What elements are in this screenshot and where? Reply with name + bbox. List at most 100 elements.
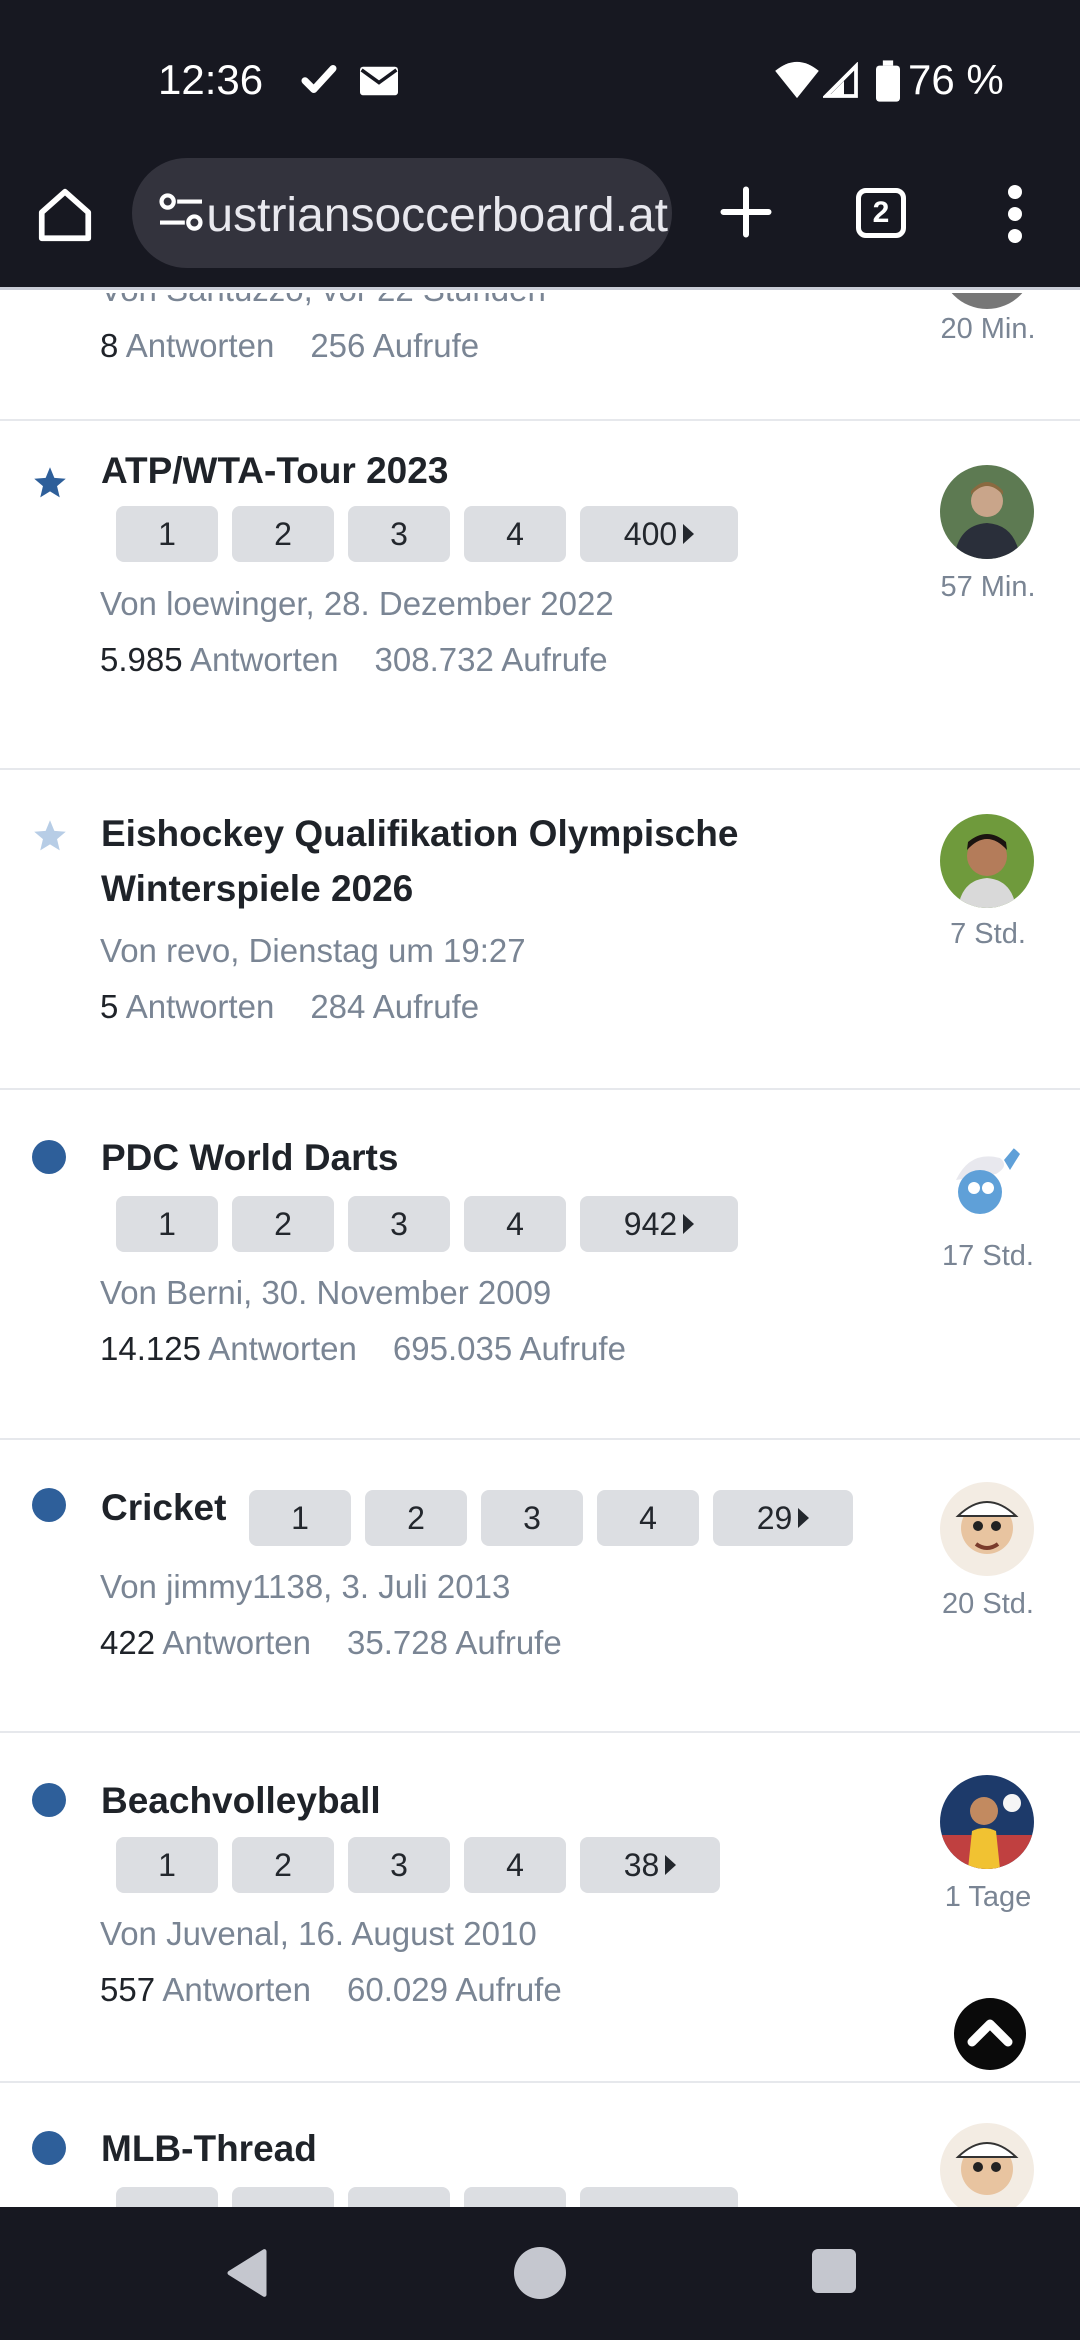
thread-row[interactable]: Eishockey Qualifikation Olympische Winte… bbox=[0, 770, 1080, 1090]
thread-row[interactable]: Cricket 1 2 3 4 29 Von jimmy1138, 3. Jul… bbox=[0, 1440, 1080, 1733]
page-button[interactable]: 2 bbox=[232, 1837, 334, 1893]
page-button[interactable]: 2 bbox=[365, 1490, 467, 1546]
thread-stats: 8 Antworten 256 Aufrufe bbox=[100, 327, 480, 364]
thread-row[interactable]: Beachvolleyball 1 2 3 4 38 Von Juvenal, … bbox=[0, 1733, 1080, 2083]
page-button[interactable]: 1 bbox=[116, 506, 218, 562]
site-settings-icon[interactable] bbox=[158, 192, 204, 234]
star-icon[interactable] bbox=[32, 818, 68, 854]
unread-dot-icon bbox=[32, 2131, 66, 2165]
thread-stats: 557 Antworten 60.029 Aufrufe bbox=[100, 1971, 562, 2008]
signal-icon bbox=[823, 62, 858, 98]
page-button[interactable]: 4 bbox=[464, 1196, 566, 1252]
chevron-up-icon bbox=[967, 2019, 1013, 2047]
avatar[interactable] bbox=[940, 1482, 1034, 1576]
page-links bbox=[116, 2187, 738, 2207]
page-button[interactable]: 4 bbox=[464, 1837, 566, 1893]
unread-dot-icon bbox=[32, 1488, 66, 1522]
battery-icon bbox=[876, 60, 900, 102]
avatar[interactable] bbox=[940, 465, 1034, 559]
caret-right-icon bbox=[665, 1855, 677, 1875]
last-post-time[interactable]: 57 Min. bbox=[900, 571, 1076, 604]
system-navigation-bar bbox=[0, 2207, 1080, 2340]
home-nav-icon[interactable] bbox=[514, 2247, 566, 2299]
last-page-button[interactable]: 400 bbox=[580, 506, 738, 562]
address-bar[interactable]: austriansoccerboard.at bbox=[132, 158, 672, 268]
avatar[interactable] bbox=[940, 1140, 1034, 1234]
page-button[interactable]: 4 bbox=[464, 506, 566, 562]
last-page-button[interactable]: 942 bbox=[580, 1196, 738, 1252]
new-tab-icon[interactable] bbox=[716, 182, 776, 242]
home-icon[interactable] bbox=[34, 184, 96, 246]
thread-meta: Von Berni, 30. November 2009 bbox=[100, 1274, 552, 1311]
browser-toolbar: austriansoccerboard.at 2 bbox=[0, 150, 1080, 290]
thread-meta: Von jimmy1138, 3. Juli 2013 bbox=[100, 1568, 511, 1605]
avatar[interactable] bbox=[940, 293, 1034, 309]
thread-list: Von Santuzzo, vor 22 Stunden 8 Antworten… bbox=[0, 293, 1080, 2207]
thread-stats: 5.985 Antworten 308.732 Aufrufe bbox=[100, 641, 608, 678]
thread-meta: Von loewinger, 28. Dezember 2022 bbox=[100, 585, 614, 622]
thread-stats: 14.125 Antworten 695.035 Aufrufe bbox=[100, 1330, 626, 1367]
avatar[interactable] bbox=[940, 814, 1034, 908]
last-post-time[interactable]: 20 Min. bbox=[900, 313, 1076, 346]
star-icon[interactable] bbox=[32, 465, 68, 501]
page-button[interactable] bbox=[232, 2187, 334, 2207]
avatar[interactable] bbox=[940, 2123, 1034, 2207]
page-button[interactable]: 3 bbox=[348, 1837, 450, 1893]
thread-meta: Von Juvenal, 16. August 2010 bbox=[100, 1915, 537, 1952]
thread-meta: Von Santuzzo, vor 22 Stunden bbox=[100, 293, 546, 309]
page-button[interactable] bbox=[464, 2187, 566, 2207]
wifi-icon bbox=[775, 61, 819, 99]
thread-title[interactable]: Eishockey Qualifikation Olympische bbox=[101, 806, 738, 861]
thread-stats: 422 Antworten 35.728 Aufrufe bbox=[100, 1624, 562, 1661]
thread-title[interactable]: MLB-Thread bbox=[101, 2121, 317, 2176]
checkmark-icon bbox=[301, 65, 337, 93]
more-menu-icon[interactable] bbox=[1000, 184, 1030, 244]
mail-icon bbox=[360, 66, 398, 96]
page-button[interactable]: 3 bbox=[481, 1490, 583, 1546]
thread-title[interactable]: Beachvolleyball bbox=[101, 1773, 381, 1828]
page-button[interactable]: 2 bbox=[232, 506, 334, 562]
page-button[interactable]: 2 bbox=[232, 1196, 334, 1252]
caret-right-icon bbox=[798, 1508, 810, 1528]
last-page-button[interactable]: 29 bbox=[713, 1490, 853, 1546]
thread-row[interactable]: ATP/WTA-Tour 2023 1 2 3 4 400 Von loewin… bbox=[0, 421, 1080, 770]
page-button[interactable] bbox=[116, 2187, 218, 2207]
page-button[interactable]: 3 bbox=[348, 506, 450, 562]
last-post-time[interactable]: 1 Tage bbox=[900, 1881, 1076, 1914]
status-time: 12:36 bbox=[158, 56, 264, 103]
page-button[interactable]: 1 bbox=[116, 1196, 218, 1252]
last-page-button[interactable]: 38 bbox=[580, 1837, 720, 1893]
thread-title[interactable]: PDC World Darts bbox=[101, 1130, 398, 1185]
caret-right-icon bbox=[683, 524, 695, 544]
page-links: 1 2 3 4 400 bbox=[116, 506, 738, 562]
thread-row[interactable]: Von Santuzzo, vor 22 Stunden 8 Antworten… bbox=[0, 293, 1080, 421]
last-post-time[interactable]: 7 Std. bbox=[900, 918, 1076, 951]
page-button[interactable]: 3 bbox=[348, 1196, 450, 1252]
scroll-to-top-button[interactable] bbox=[954, 1998, 1026, 2070]
recents-icon[interactable] bbox=[812, 2249, 856, 2293]
avatar[interactable] bbox=[940, 1775, 1034, 1869]
status-bar: 12:36 76 % bbox=[0, 0, 1080, 150]
page-links: 1 2 3 4 942 bbox=[116, 1196, 738, 1252]
thread-stats: 5 Antworten 284 Aufrufe bbox=[100, 988, 480, 1025]
thread-row[interactable]: MLB-Thread bbox=[0, 2083, 1080, 2207]
thread-meta: Von revo, Dienstag um 19:27 bbox=[100, 932, 526, 969]
page-button[interactable]: 1 bbox=[116, 1837, 218, 1893]
unread-dot-icon bbox=[32, 1783, 66, 1817]
unread-dot-icon bbox=[32, 1140, 66, 1174]
thread-row[interactable]: PDC World Darts 1 2 3 4 942 Von Berni, 3… bbox=[0, 1090, 1080, 1440]
last-post-time[interactable]: 17 Std. bbox=[900, 1240, 1076, 1273]
caret-right-icon bbox=[683, 1214, 695, 1234]
page-button[interactable]: 4 bbox=[597, 1490, 699, 1546]
thread-title-line2[interactable]: Winterspiele 2026 bbox=[101, 861, 413, 916]
last-page-button[interactable] bbox=[580, 2187, 738, 2207]
tab-switcher-button[interactable]: 2 bbox=[856, 188, 906, 238]
battery-percent: 76 % bbox=[908, 56, 1004, 103]
last-post-time[interactable]: 20 Std. bbox=[900, 1588, 1076, 1621]
thread-title[interactable]: ATP/WTA-Tour 2023 bbox=[101, 443, 448, 498]
thread-title[interactable]: Cricket bbox=[101, 1480, 226, 1535]
page-button[interactable] bbox=[348, 2187, 450, 2207]
url-text: austriansoccerboard.at bbox=[208, 189, 668, 240]
back-icon[interactable] bbox=[224, 2247, 270, 2299]
page-button[interactable]: 1 bbox=[249, 1490, 351, 1546]
